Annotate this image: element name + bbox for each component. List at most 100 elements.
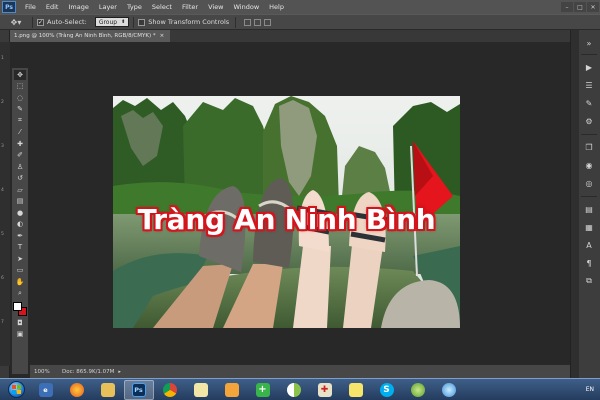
start-button[interactable] [2, 380, 30, 400]
menu-image[interactable]: Image [63, 3, 93, 11]
info-icon[interactable]: ▦ [581, 220, 597, 234]
photo-headline: Tràng An Ninh Bình [137, 203, 436, 236]
eyedropper-tool-icon[interactable]: ⁄ [14, 127, 26, 137]
history-brush-tool-icon[interactable]: ↺ [14, 173, 26, 183]
clone-stamp-tool-icon[interactable]: ♙ [14, 162, 26, 172]
ruler-tick: 4 [1, 188, 4, 193]
menu-bar: Ps File Edit Image Layer Type Select Fil… [0, 0, 600, 14]
play-icon[interactable]: ▶ [581, 60, 597, 74]
taskbar-chrome-alt[interactable] [279, 380, 309, 400]
document-tab-bar: 1.png @ 100% (Tràng An Ninh Bình, RGB/8/… [10, 30, 570, 42]
document-tab[interactable]: 1.png @ 100% (Tràng An Ninh Bình, RGB/8/… [10, 30, 170, 42]
auto-select-label: Auto-Select: [47, 18, 87, 26]
document-canvas[interactable]: Tràng An Ninh Bình [113, 96, 460, 328]
menu-edit[interactable]: Edit [41, 3, 64, 11]
taskbar-green-app[interactable] [403, 380, 433, 400]
properties-icon[interactable]: ▤ [581, 202, 597, 216]
close-icon[interactable]: × [160, 33, 165, 39]
auto-select-dropdown[interactable]: Group ⬍ [94, 17, 130, 27]
menu-file[interactable]: File [20, 3, 41, 11]
shape-tool-icon[interactable]: ▭ [14, 265, 26, 275]
screen-mode-icon[interactable]: ▣ [14, 329, 26, 339]
eraser-tool-icon[interactable]: ▱ [14, 185, 26, 195]
language-indicator[interactable]: EN [586, 386, 594, 393]
divider [581, 54, 597, 55]
status-bar: 100% Doc: 865.9K/1.07M ▸ [30, 364, 570, 378]
character-icon[interactable]: A [581, 238, 597, 252]
gradient-tool-icon[interactable]: ▤ [14, 196, 26, 206]
menu-view[interactable]: View [203, 3, 228, 11]
marquee-tool-icon[interactable]: ⬚ [14, 81, 26, 91]
auto-select-value: Group [98, 18, 118, 26]
options-bar: ✥▾ ✓ Auto-Select: Group ⬍ Show Transform… [0, 14, 600, 30]
history-icon[interactable]: ☰ [581, 78, 597, 92]
taskbar-paint[interactable] [186, 380, 216, 400]
window-controls: – □ ✕ [561, 2, 600, 12]
collapse-panels-icon[interactable]: » [581, 36, 597, 50]
windows-logo-icon [7, 381, 25, 398]
taskbar-explorer[interactable]: e [31, 380, 61, 400]
paragraph-icon[interactable]: ¶ [581, 256, 597, 270]
maximize-icon[interactable]: □ [574, 2, 586, 12]
pen-tool-icon[interactable]: ✒ [14, 231, 26, 241]
minimize-icon[interactable]: – [561, 2, 573, 12]
brush-preset-icon[interactable]: ✎ [581, 96, 597, 110]
brush-tool-icon[interactable]: ✐ [14, 150, 26, 160]
zoom-tool-icon[interactable]: ⌕ [14, 288, 26, 298]
taskbar-photoshop[interactable]: Ps [123, 379, 154, 400]
show-transform-checkbox[interactable] [138, 18, 146, 26]
menu-layer[interactable]: Layer [94, 3, 122, 11]
sticky-notes-icon [348, 382, 363, 397]
ruler-tick: 3 [1, 144, 4, 149]
close-icon[interactable]: ✕ [587, 2, 599, 12]
align-bottom-icon[interactable] [264, 18, 272, 26]
move-tool-preset-icon[interactable]: ✥▾ [4, 16, 28, 28]
zoom-level[interactable]: 100% [30, 369, 58, 375]
taskbar-calculator[interactable]: ✚ [310, 380, 340, 400]
chrome-icon [162, 382, 177, 397]
quick-select-tool-icon[interactable]: ✎ [14, 104, 26, 114]
adjustments-icon[interactable]: ⚙ [581, 114, 597, 128]
menu-select[interactable]: Select [147, 3, 177, 11]
menu-window[interactable]: Window [229, 3, 265, 11]
menu-filter[interactable]: Filter [177, 3, 203, 11]
document-size: Doc: 865.9K/1.07M [62, 368, 115, 375]
layers-icon[interactable]: ❐ [581, 140, 597, 154]
taskbar-plus-app[interactable]: + [248, 380, 278, 400]
move-tool-icon[interactable]: ✥ [14, 69, 26, 80]
taskbar-outlook[interactable] [217, 380, 247, 400]
crop-tool-icon[interactable]: ⌗ [14, 116, 26, 126]
divider [133, 16, 135, 28]
taskbar-blue-app[interactable] [434, 380, 464, 400]
taskbar-chrome[interactable] [155, 380, 185, 400]
quick-mask-icon[interactable]: ◘ [14, 318, 26, 328]
dodge-tool-icon[interactable]: ◐ [14, 219, 26, 229]
channels-icon[interactable]: ◉ [581, 158, 597, 172]
taskbar-notes[interactable] [341, 380, 371, 400]
paths-icon[interactable]: ◎ [581, 176, 597, 190]
taskbar-folder[interactable] [93, 380, 123, 400]
mail-icon [224, 382, 239, 397]
styles-icon[interactable]: ⧉ [581, 274, 597, 288]
healing-tool-icon[interactable]: ✚ [14, 139, 26, 149]
internet-explorer-icon: e [38, 382, 53, 397]
windows-taskbar: e Ps + ✚ S EN [0, 378, 600, 400]
type-tool-icon[interactable]: T [14, 242, 26, 252]
path-select-tool-icon[interactable]: ➤ [14, 254, 26, 264]
divider [581, 196, 597, 197]
align-top-icon[interactable] [244, 18, 252, 26]
hand-tool-icon[interactable]: ✋ [14, 277, 26, 287]
taskbar-skype[interactable]: S [372, 380, 402, 400]
auto-select-checkbox[interactable]: ✓ [37, 18, 44, 26]
lasso-tool-icon[interactable]: ◌ [14, 93, 26, 103]
menu-help[interactable]: Help [264, 3, 289, 11]
blur-tool-icon[interactable]: ● [14, 208, 26, 218]
document-tab-title: 1.png @ 100% (Tràng An Ninh Bình, RGB/8/… [14, 33, 156, 39]
align-middle-icon[interactable] [254, 18, 262, 26]
foreground-color-swatch[interactable] [13, 302, 22, 311]
taskbar-firefox[interactable] [62, 380, 92, 400]
chevron-right-icon[interactable]: ▸ [118, 369, 121, 375]
menu-type[interactable]: Type [122, 3, 147, 11]
color-swatches [13, 302, 27, 316]
system-tray: EN [586, 386, 600, 393]
